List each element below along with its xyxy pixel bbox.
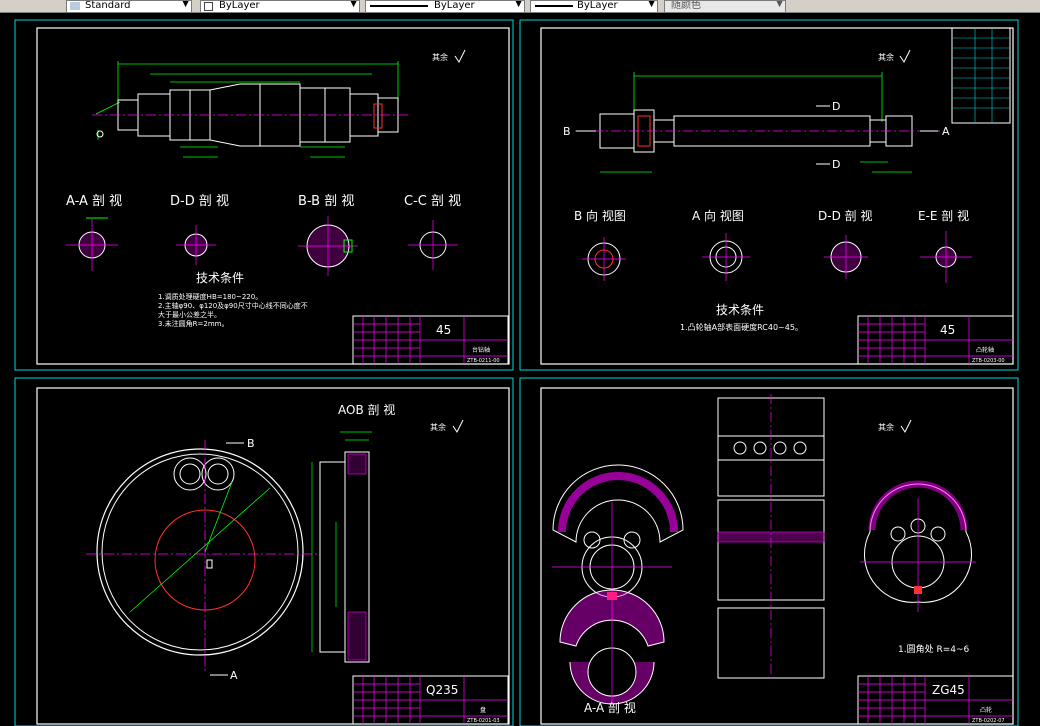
text-style-icon	[70, 2, 80, 10]
cam-top-view	[717, 394, 825, 682]
view-label: AOB 剖 视	[338, 402, 395, 417]
part-name: 台钻轴	[472, 346, 490, 354]
parameter-table	[951, 27, 1011, 124]
color-swatch-icon	[204, 2, 213, 11]
lineweight-value: ByLayer	[577, 0, 618, 11]
roughness-note: 其余	[432, 52, 448, 62]
tech-req-line: 2.主轴φ90、φ120及φ90尺寸中心线不同心度不	[158, 301, 308, 310]
material-label: 45	[436, 323, 451, 337]
tech-req-line: 1.调质处理硬度HB=180~220。	[158, 292, 262, 301]
tech-req-line: 1.凸轮轴A部表面硬度RC40~45。	[680, 322, 803, 332]
view-label: A-A 剖 视	[584, 700, 636, 715]
view-label-bb: B-B 剖 视	[298, 194, 354, 209]
drawing-code: ZTB-0202-07	[972, 718, 1005, 724]
view-label-aa: A-A 剖 视	[66, 194, 122, 209]
chevron-down-icon: ▼	[776, 0, 783, 9]
cam-side-view	[860, 480, 976, 612]
section-mark-b: B	[247, 437, 255, 450]
material-label: ZG45	[932, 683, 965, 697]
material-label: Q235	[426, 683, 458, 697]
view-mark-b: B	[563, 125, 571, 138]
view-ee	[920, 231, 972, 283]
tech-req-title: 技术条件	[716, 303, 764, 317]
part-name: 凸轮轴	[976, 346, 994, 354]
roughness-note: 其余	[430, 422, 446, 432]
note-line: 1.圆角处 R=4~6	[898, 643, 970, 655]
view-label: B 向 视图	[574, 208, 626, 223]
part-name: 盘	[480, 706, 486, 714]
linetype-value: ByLayer	[434, 0, 475, 11]
disc-front-view	[86, 440, 318, 672]
section-aa	[66, 217, 118, 271]
dimension-lines	[600, 72, 912, 173]
sheet-2[interactable]: 其余 B A D D B 向 视图 A 向 视图 D-D 剖 视 E-E 剖 视…	[519, 19, 1019, 371]
section-mark-d: D	[832, 158, 840, 171]
chevron-down-icon: ▼	[515, 0, 522, 9]
line-sample	[370, 5, 428, 7]
roughness-icon	[454, 49, 466, 63]
drawing-code: ZTB-0203-00	[972, 358, 1005, 364]
sheet-1[interactable]: 其余 A-A 剖 视 D-D 剖 视 B-B 剖 视 C-C 剖 视 技术条件 …	[14, 19, 514, 371]
dimension-lines	[95, 61, 399, 158]
material-label: 45	[940, 323, 955, 337]
tech-req-line: 大于最小公差之半。	[158, 310, 221, 319]
view-label: D-D 剖 视	[818, 208, 872, 223]
roughness-note: 其余	[878, 52, 894, 62]
layer-value: ByLayer	[219, 0, 260, 11]
section-arrows	[576, 105, 938, 165]
section-cc	[408, 220, 458, 270]
chevron-down-icon: ▼	[182, 0, 189, 9]
cam-section-aa	[559, 589, 665, 705]
sheet-3[interactable]: 其余 AOB 剖 视 B A Q235 盘 ZTB-0201-03	[14, 377, 514, 726]
part-name: 凸轮	[980, 706, 992, 714]
chevron-down-icon: ▼	[350, 0, 357, 9]
view-dd	[824, 235, 868, 279]
line-sample	[535, 5, 573, 7]
chevron-down-icon: ▼	[648, 0, 655, 9]
view-label: E-E 剖 视	[918, 208, 969, 223]
tech-req-title: 技术条件	[196, 271, 244, 285]
section-bb	[298, 216, 358, 276]
view-label-dd: D-D 剖 视	[170, 194, 229, 209]
roughness-note: 其余	[878, 422, 894, 432]
view-label-cc: C-C 剖 视	[404, 194, 461, 209]
disc-section-view	[311, 431, 372, 663]
roughness-icon	[452, 419, 464, 433]
view-b	[582, 237, 626, 281]
tech-req-line: 3.未注圆角R=2mm。	[158, 319, 229, 328]
color-value: 随颜色	[671, 0, 701, 11]
drawing-code: ZTB-0211-00	[467, 358, 500, 364]
title-block: 45 凸轮轴 ZTB-0203-00	[857, 315, 1014, 365]
title-block: ZG45 凸轮 ZTB-0202-07	[857, 675, 1014, 725]
section-mark-d: D	[832, 100, 840, 113]
section-dd	[176, 225, 216, 265]
title-block: Q235 盘 ZTB-0201-03	[352, 675, 509, 725]
title-block: 45 台钻轴 ZTB-0211-00	[352, 315, 509, 365]
view-label: A 向 视图	[692, 208, 744, 223]
sheet-4[interactable]: 其余 A-A 剖 视 1.圆角处 R=4~6 ZG45 凸轮 ZTB-0202-…	[519, 377, 1019, 726]
roughness-icon	[899, 49, 911, 63]
cad-drawing: 其余 A-A 剖 视 D-D 剖 视 B-B 剖 视 C-C 剖 视 技术条件 …	[14, 19, 1019, 726]
view-a	[702, 233, 750, 281]
section-mark-a: A	[230, 669, 238, 682]
text-style-value: Standard	[85, 0, 131, 11]
drawing-canvas[interactable]: 其余 A-A 剖 视 D-D 剖 视 B-B 剖 视 C-C 剖 视 技术条件 …	[0, 12, 1040, 726]
view-mark-a: A	[942, 125, 950, 138]
roughness-icon	[900, 419, 912, 433]
drawing-code: ZTB-0201-03	[467, 718, 500, 724]
